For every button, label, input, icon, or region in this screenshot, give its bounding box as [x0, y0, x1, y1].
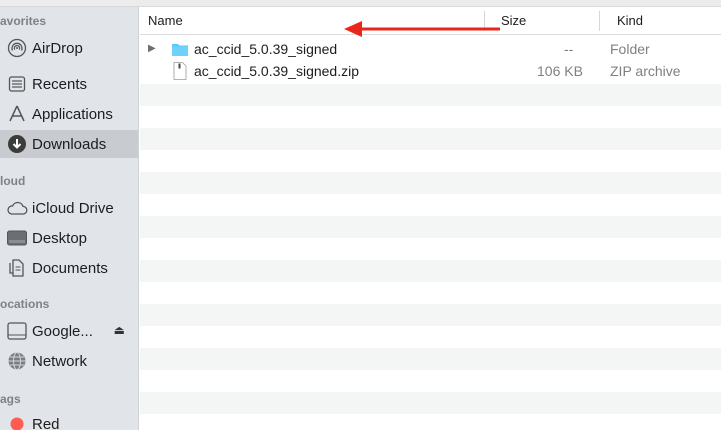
icloud-header: loud	[0, 174, 26, 188]
sidebar-item-tag-red[interactable]: Red	[0, 410, 138, 430]
column-divider[interactable]	[599, 11, 600, 31]
sidebar-item-label: iCloud Drive	[32, 199, 114, 217]
empty-row	[140, 216, 721, 238]
sidebar-item-network[interactable]: Network	[0, 347, 138, 375]
sidebar: avorites AirDrop Recents Applications Do…	[0, 7, 139, 430]
empty-row	[140, 260, 721, 282]
sidebar-item-documents[interactable]: Documents	[0, 254, 138, 282]
empty-row	[140, 172, 721, 194]
sidebar-item-label: Documents	[32, 259, 108, 277]
applications-icon	[6, 103, 28, 125]
empty-row	[140, 282, 721, 304]
annotation-arrow	[344, 21, 500, 37]
documents-icon	[6, 257, 28, 279]
table-row[interactable]: ac_ccid_5.0.39_signed.zip 106 KB ZIP arc…	[140, 60, 721, 82]
file-size: 106 KB	[537, 63, 583, 79]
empty-row	[140, 84, 721, 106]
recents-icon	[6, 73, 28, 95]
empty-row	[140, 392, 721, 414]
tag-red-icon	[6, 413, 28, 430]
disclosure-triangle-icon[interactable]: ▶	[148, 38, 156, 60]
table-row[interactable]: ▶ ac_ccid_5.0.39_signed -- Folder	[140, 38, 721, 60]
sidebar-item-label: Desktop	[32, 229, 88, 247]
file-kind: ZIP archive	[610, 63, 681, 79]
icloud-icon	[6, 197, 28, 219]
sidebar-item-airdrop[interactable]: AirDrop	[0, 34, 138, 62]
sidebar-item-recents[interactable]: Recents	[0, 70, 138, 98]
sidebar-item-google-drive[interactable]: Google... ⏏	[0, 317, 138, 345]
file-name: ac_ccid_5.0.39_signed.zip	[194, 63, 360, 79]
sidebar-item-applications[interactable]: Applications	[0, 100, 138, 128]
sidebar-item-label: Downloads	[32, 135, 107, 153]
file-size: --	[564, 41, 574, 57]
favorites-header: avorites	[0, 14, 47, 28]
sidebar-item-desktop[interactable]: Desktop	[0, 224, 138, 252]
empty-row	[140, 348, 721, 370]
empty-row	[140, 326, 721, 348]
zip-file-icon	[173, 62, 187, 83]
empty-row	[140, 194, 721, 216]
column-header-size[interactable]: Size	[501, 7, 526, 35]
column-header-name[interactable]: Name	[148, 7, 183, 35]
file-kind: Folder	[610, 41, 650, 57]
empty-row	[140, 414, 721, 430]
window-top-edge	[0, 0, 721, 7]
sidebar-item-label: Red	[32, 415, 60, 430]
empty-row	[140, 370, 721, 392]
column-header-kind[interactable]: Kind	[617, 7, 643, 35]
empty-row	[140, 128, 721, 150]
folder-icon	[171, 41, 189, 60]
desktop-icon	[6, 227, 28, 249]
disk-icon	[6, 320, 28, 342]
eject-icon[interactable]: ⏏	[114, 323, 125, 337]
sidebar-item-icloud-drive[interactable]: iCloud Drive	[0, 194, 138, 222]
sidebar-item-label: Recents	[32, 75, 88, 93]
file-name: ac_ccid_5.0.39_signed	[194, 41, 338, 57]
empty-row	[140, 238, 721, 260]
sidebar-item-label: AirDrop	[32, 39, 83, 57]
sidebar-item-label: Google...	[32, 322, 93, 340]
network-icon	[6, 350, 28, 372]
empty-row	[140, 150, 721, 172]
empty-row	[140, 106, 721, 128]
tags-header: ags	[0, 392, 21, 406]
airdrop-icon	[6, 37, 28, 59]
file-list: Name Size Kind ▶ ac_ccid_5.0.39_signed -…	[140, 7, 721, 430]
sidebar-item-label: Applications	[32, 105, 113, 123]
empty-row	[140, 304, 721, 326]
locations-header: ocations	[0, 297, 50, 311]
sidebar-item-label: Network	[32, 352, 88, 370]
sidebar-item-downloads[interactable]: Downloads	[0, 130, 138, 158]
downloads-icon	[6, 133, 28, 155]
